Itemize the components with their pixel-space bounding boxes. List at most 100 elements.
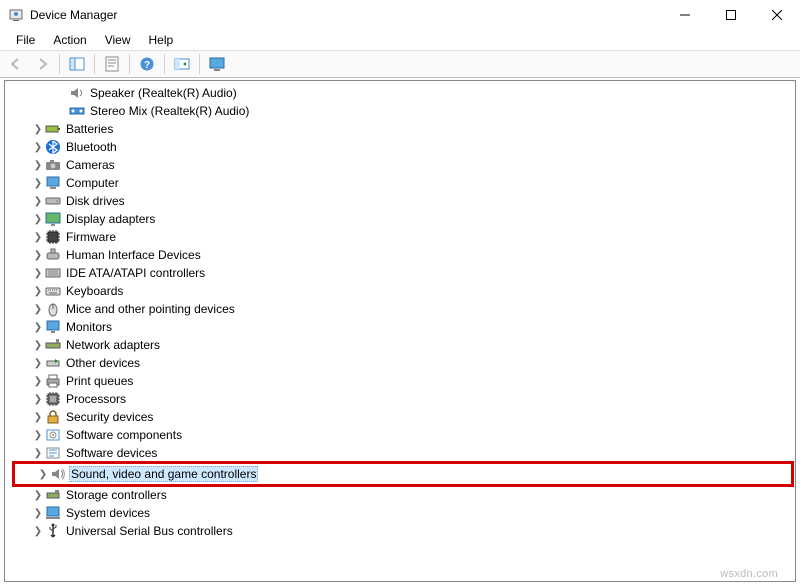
usb-icon: [45, 523, 61, 539]
disk-icon: [45, 193, 61, 209]
tree-category[interactable]: ❯Software components: [12, 426, 794, 444]
app-icon: [8, 7, 24, 23]
minimize-button[interactable]: [662, 0, 708, 30]
expand-arrow-icon[interactable]: ❯: [32, 508, 44, 519]
tree-category[interactable]: ❯ Human Interface Devices: [12, 246, 794, 264]
expand-arrow-icon[interactable]: ❯: [32, 286, 44, 297]
expand-arrow-icon[interactable]: ❯: [32, 214, 44, 225]
menubar: File Action View Help: [0, 30, 800, 50]
toolbar-separator: [129, 54, 130, 74]
expand-arrow-icon[interactable]: ❯: [32, 142, 44, 153]
expand-arrow-icon[interactable]: ❯: [32, 448, 44, 459]
tree-item-label: System devices: [64, 506, 152, 520]
watermark: wsxdn.com: [720, 568, 778, 580]
expand-arrow-icon[interactable]: ❯: [32, 376, 44, 387]
help-button[interactable]: [135, 52, 159, 76]
tree-item-label: Print queues: [64, 374, 135, 388]
menu-view[interactable]: View: [97, 31, 139, 49]
tree-category[interactable]: ❯ Keyboards: [12, 282, 794, 300]
firmware-icon: [45, 229, 61, 245]
expand-arrow-icon[interactable]: ❯: [32, 358, 44, 369]
battery-icon: [45, 121, 61, 137]
tree-leaf[interactable]: Stereo Mix (Realtek(R) Audio): [12, 102, 794, 120]
back-button[interactable]: [4, 52, 28, 76]
show-hide-tree-button[interactable]: [65, 52, 89, 76]
tree-item-label: Cameras: [64, 158, 117, 172]
tree-category[interactable]: ❯ Print queues: [12, 372, 794, 390]
tree-item-label: Bluetooth: [64, 140, 119, 154]
expand-arrow-icon[interactable]: ❯: [32, 340, 44, 351]
tree-category[interactable]: ❯ Universal Serial Bus controllers: [12, 522, 794, 540]
tree-category[interactable]: ❯ Cameras: [12, 156, 794, 174]
speaker-icon: [69, 85, 85, 101]
menu-file[interactable]: File: [8, 31, 43, 49]
expand-arrow-icon[interactable]: ❯: [32, 124, 44, 135]
properties-button[interactable]: [100, 52, 124, 76]
expand-arrow-icon[interactable]: ❯: [32, 322, 44, 333]
tree-item-label: Display adapters: [64, 212, 157, 226]
tree-item-label: Universal Serial Bus controllers: [64, 524, 235, 538]
tree-item-label: Speaker (Realtek(R) Audio): [88, 86, 239, 100]
ide-icon: [45, 265, 61, 281]
toolbar-separator: [94, 54, 95, 74]
toolbar: [0, 50, 800, 78]
toolbar-separator: [164, 54, 165, 74]
tree-category[interactable]: ❯Sound, video and game controllers: [17, 465, 789, 483]
expand-arrow-icon[interactable]: ❯: [32, 304, 44, 315]
tree-category[interactable]: ❯Processors: [12, 390, 794, 408]
expand-arrow-icon[interactable]: ❯: [32, 232, 44, 243]
tree-leaf[interactable]: Speaker (Realtek(R) Audio): [12, 84, 794, 102]
tree-category[interactable]: ❯Security devices: [12, 408, 794, 426]
menu-help[interactable]: Help: [141, 31, 182, 49]
soft-comp-icon: [45, 427, 61, 443]
scan-hardware-button[interactable]: [170, 52, 194, 76]
expand-arrow-icon[interactable]: ❯: [32, 430, 44, 441]
menu-action[interactable]: Action: [45, 31, 94, 49]
monitor-icon: [45, 319, 61, 335]
tree-item-label: Storage controllers: [64, 488, 169, 502]
expand-arrow-icon[interactable]: ❯: [32, 394, 44, 405]
titlebar: Device Manager: [0, 0, 800, 30]
tree-category[interactable]: ❯Monitors: [12, 318, 794, 336]
forward-button[interactable]: [30, 52, 54, 76]
camera-icon: [45, 157, 61, 173]
maximize-button[interactable]: [708, 0, 754, 30]
expand-arrow-icon[interactable]: ❯: [32, 178, 44, 189]
bluetooth-icon: [45, 139, 61, 155]
tree-category[interactable]: ❯IDE ATA/ATAPI controllers: [12, 264, 794, 282]
computer-icon: [45, 175, 61, 191]
tree-item-label: Keyboards: [64, 284, 125, 298]
expand-arrow-icon[interactable]: ❯: [32, 196, 44, 207]
highlight-annotation: ❯Sound, video and game controllers: [12, 461, 794, 487]
expand-arrow-icon[interactable]: ❯: [37, 469, 49, 480]
mouse-icon: [45, 301, 61, 317]
tree-category[interactable]: ❯Batteries: [12, 120, 794, 138]
tree-category[interactable]: ❯Other devices: [12, 354, 794, 372]
tree-category[interactable]: ❯ Display adapters: [12, 210, 794, 228]
expand-arrow-icon[interactable]: ❯: [32, 526, 44, 537]
tree-item-label: Network adapters: [64, 338, 162, 352]
tree-category[interactable]: ❯ Network adapters: [12, 336, 794, 354]
close-button[interactable]: [754, 0, 800, 30]
expand-arrow-icon[interactable]: ❯: [32, 160, 44, 171]
tree-category[interactable]: ❯ System devices: [12, 504, 794, 522]
storage-icon: [45, 487, 61, 503]
tree-item-label: Disk drives: [64, 194, 127, 208]
tree-category[interactable]: ❯ Storage controllers: [12, 486, 794, 504]
tree-category[interactable]: ❯ Bluetooth: [12, 138, 794, 156]
monitor-button[interactable]: [205, 52, 229, 76]
tree-item-label: Human Interface Devices: [64, 248, 203, 262]
expand-arrow-icon[interactable]: ❯: [32, 268, 44, 279]
tree-category[interactable]: ❯Mice and other pointing devices: [12, 300, 794, 318]
tree-category[interactable]: ❯ Disk drives: [12, 192, 794, 210]
security-icon: [45, 409, 61, 425]
device-tree-pane[interactable]: Speaker (Realtek(R) Audio) Stereo Mix (Re…: [6, 82, 794, 580]
tree-category[interactable]: ❯Firmware: [12, 228, 794, 246]
expand-arrow-icon[interactable]: ❯: [32, 412, 44, 423]
expand-arrow-icon[interactable]: ❯: [32, 250, 44, 261]
tree-category[interactable]: ❯Software devices: [12, 444, 794, 462]
expand-arrow-icon[interactable]: ❯: [32, 490, 44, 501]
sound-icon: [50, 466, 66, 482]
printer-icon: [45, 373, 61, 389]
tree-category[interactable]: ❯Computer: [12, 174, 794, 192]
